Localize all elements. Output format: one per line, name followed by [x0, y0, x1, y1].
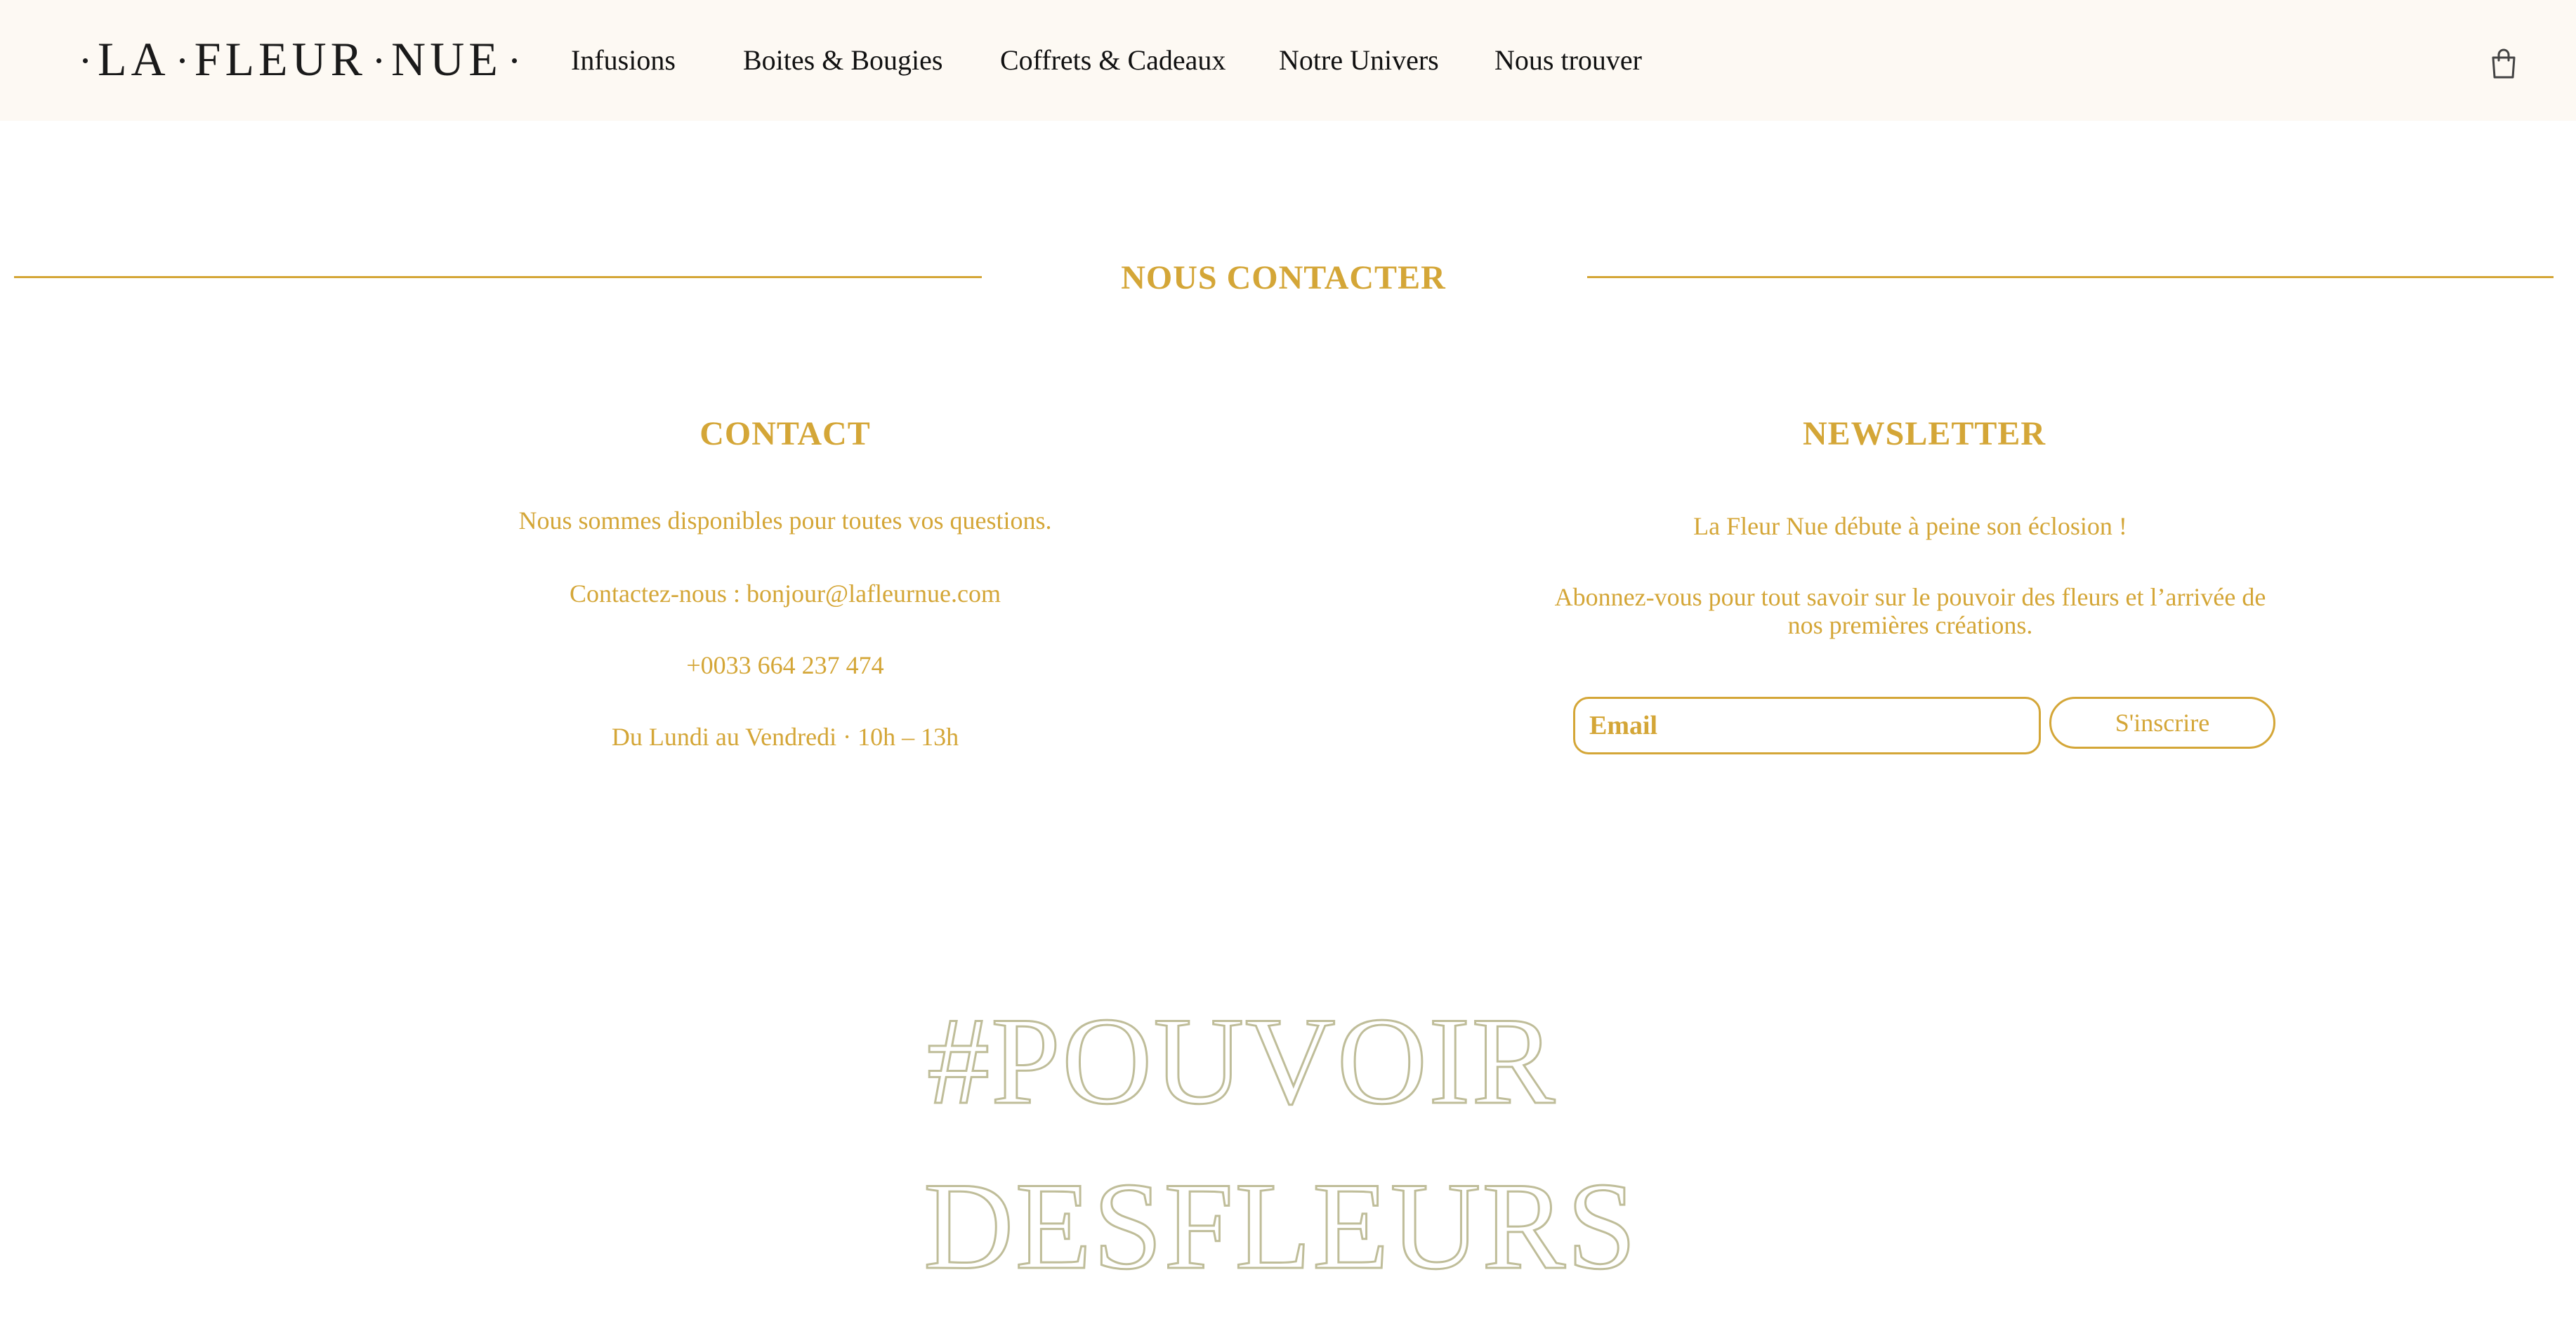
nav-item-nous-trouver[interactable]: Nous trouver [1494, 44, 1642, 77]
logo-dot [83, 58, 88, 63]
contact-availability-text: Nous sommes disponibles pour toutes vos … [518, 506, 1052, 535]
newsletter-heading: NEWSLETTER [1802, 415, 2046, 452]
contact-heading: CONTACT [699, 415, 871, 452]
logo-dot [376, 58, 382, 63]
newsletter-intro-text: La Fleur Nue débute à peine son éclosion… [1693, 512, 2127, 540]
hashtag-line-2: DESFLEURS [924, 1156, 1638, 1295]
logo[interactable]: LA FLEUR NUE [73, 32, 527, 86]
subscribe-button[interactable]: S'inscrire [2049, 697, 2275, 749]
divider-right [1587, 276, 2554, 278]
logo-word-1: LA [98, 32, 170, 86]
contact-phone-text[interactable]: +0033 664 237 474 [434, 650, 1136, 680]
logo-word-2: FLEUR [194, 32, 367, 86]
section-title: NOUS CONTACTER [1121, 259, 1446, 296]
nav-item-boites-bougies[interactable]: Boites & Bougies [743, 44, 942, 77]
divider-left [14, 276, 982, 278]
email-input[interactable] [1573, 697, 2041, 754]
contact-hours-text: Du Lundi au Vendredi · 10h – 13h [611, 723, 959, 751]
logo-dot [179, 58, 185, 63]
site-header: LA FLEUR NUE Infusions Boites & Bougies … [0, 0, 2576, 121]
nav-item-coffrets-cadeaux[interactable]: Coffrets & Cadeaux [1000, 44, 1225, 77]
nav-item-notre-univers[interactable]: Notre Univers [1279, 44, 1439, 77]
contact-email-text[interactable]: Contactez-nous : bonjour@lafleurnue.com [434, 579, 1136, 608]
shopping-bag-icon[interactable] [2490, 48, 2517, 80]
hashtag-line-1: #POUVOIR [927, 991, 1556, 1130]
logo-word-3: NUE [391, 32, 502, 86]
hashtag-banner: #POUVOIR DESFLEURS [923, 990, 1638, 1297]
nav-item-infusions[interactable]: Infusions [571, 44, 676, 77]
logo-dot [511, 58, 517, 63]
newsletter-body-text: Abonnez-vous pour tout savoir sur le pou… [1554, 583, 2266, 639]
